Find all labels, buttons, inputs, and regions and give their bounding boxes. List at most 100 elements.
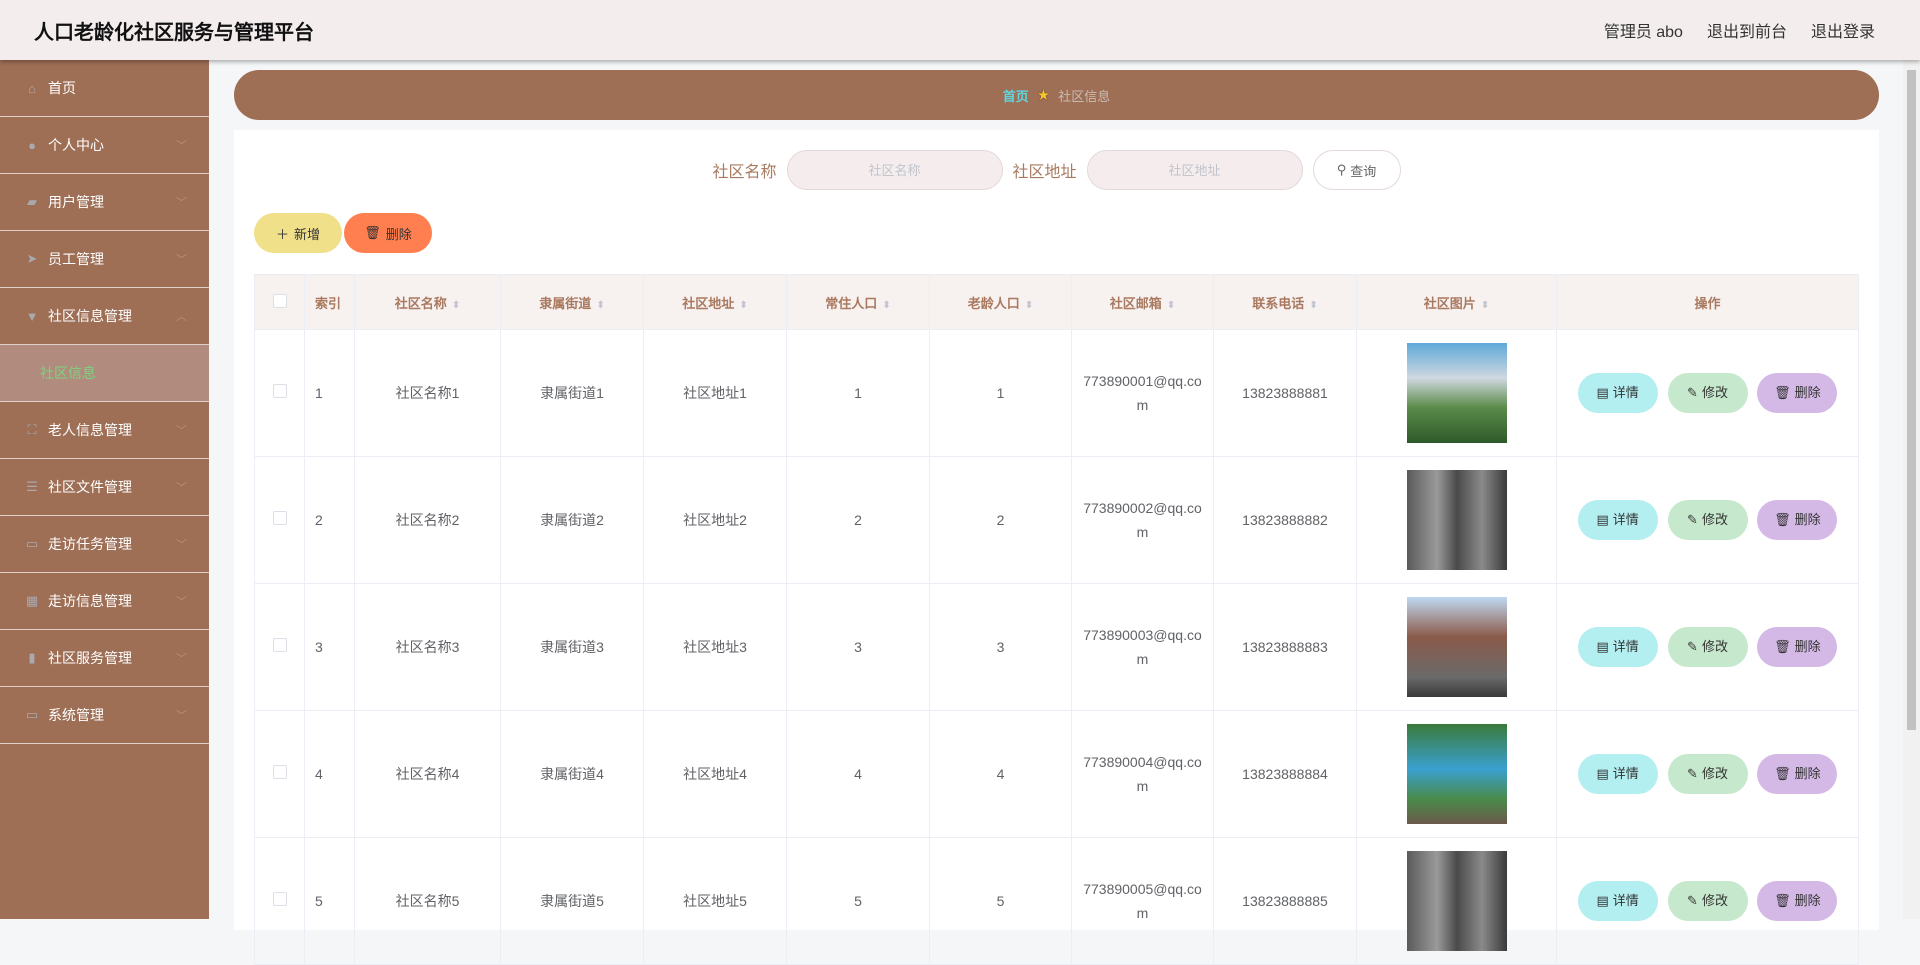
row-checkbox[interactable] bbox=[254, 329, 305, 457]
cell-index: 1 bbox=[304, 329, 355, 457]
edit-button[interactable]: ✎ 修改 bbox=[1667, 373, 1748, 413]
column-header[interactable]: 老龄人口 ⬍ bbox=[929, 274, 1072, 330]
sort-icon[interactable]: ⬍ bbox=[1025, 300, 1033, 311]
community-image[interactable] bbox=[1406, 470, 1507, 570]
chevron-down-icon: ﹀ bbox=[176, 197, 187, 209]
home-icon: ⌂ bbox=[28, 80, 36, 96]
sidebar-item-11[interactable]: ▭ 系统管理 ﹀ bbox=[0, 687, 209, 744]
delete-label: 删除 bbox=[1794, 512, 1821, 527]
cell-image bbox=[1356, 329, 1557, 457]
community-image[interactable] bbox=[1406, 851, 1507, 951]
detail-button[interactable]: ▤ 详情 bbox=[1577, 373, 1658, 413]
breadcrumb-home[interactable]: 首页 bbox=[1003, 86, 1029, 105]
sidebar-item-7[interactable]: ☰ 社区文件管理 ﹀ bbox=[0, 459, 209, 516]
sidebar-item-label: 用户管理 bbox=[48, 194, 104, 210]
sort-icon[interactable]: ⬍ bbox=[739, 300, 747, 311]
chevron-down-icon: ﹀ bbox=[176, 482, 187, 494]
column-header[interactable]: 隶属街道 ⬍ bbox=[500, 274, 644, 330]
address-search-input[interactable] bbox=[1086, 150, 1303, 190]
column-header-label: 隶属街道 bbox=[539, 295, 592, 311]
edit-button[interactable]: ✎ 修改 bbox=[1667, 881, 1748, 921]
edit-button[interactable]: ✎ 修改 bbox=[1667, 754, 1748, 794]
breadcrumb: 首页 ★ 社区信息 bbox=[234, 70, 1879, 120]
sidebar-item-3[interactable]: ➤ 员工管理 ﹀ bbox=[0, 231, 209, 288]
document-icon: ▤ bbox=[1596, 766, 1609, 781]
sidebar-item-1[interactable]: ● 个人中心 ﹀ bbox=[0, 117, 209, 174]
chevron-down-icon: ﹀ bbox=[176, 140, 187, 152]
community-table: 索引 社区名称 ⬍ 隶属街道 ⬍ 社区地址 ⬍ 常住人口 ⬍ 老龄人口 ⬍ 社区邮箱 ⬍ 联系电话 ⬍ 社区图… bbox=[254, 274, 1859, 965]
batch-delete-button[interactable]: 🗑 删除 bbox=[344, 213, 432, 253]
cell-index: 2 bbox=[304, 456, 355, 584]
column-header[interactable]: 联系电话 ⬍ bbox=[1213, 274, 1357, 330]
sort-icon[interactable]: ⬍ bbox=[1481, 300, 1489, 311]
sidebar-item-label: 走访任务管理 bbox=[48, 536, 132, 552]
delete-button[interactable]: 🗑 删除 bbox=[1757, 627, 1838, 667]
add-button[interactable]: ＋ 新增 bbox=[254, 213, 342, 253]
row-checkbox[interactable] bbox=[254, 583, 305, 711]
list-icon: ☰ bbox=[26, 479, 38, 494]
logout-link[interactable]: 退出登录 bbox=[1811, 18, 1875, 42]
delete-label: 删除 bbox=[1794, 893, 1821, 908]
sort-icon[interactable]: ⬍ bbox=[882, 300, 890, 311]
column-header[interactable]: 社区邮箱 ⬍ bbox=[1071, 274, 1214, 330]
cell-email: 773890002@qq.com bbox=[1071, 456, 1214, 584]
cell-actions: ▤ 详情 ✎ 修改 🗑 删除 bbox=[1556, 329, 1859, 457]
cell-email: 773890005@qq.com bbox=[1071, 837, 1214, 965]
trash-icon: 🗑 bbox=[1774, 893, 1791, 908]
edit-icon: ✎ bbox=[1687, 639, 1698, 654]
community-image[interactable] bbox=[1406, 597, 1507, 697]
sort-icon[interactable]: ⬍ bbox=[452, 300, 460, 311]
cell-address: 社区地址5 bbox=[643, 837, 787, 965]
sort-icon[interactable]: ⬍ bbox=[1309, 300, 1317, 311]
sidebar-item-5[interactable]: 社区信息 bbox=[0, 345, 209, 402]
row-checkbox[interactable] bbox=[254, 837, 305, 965]
column-header-label: 索引 bbox=[315, 295, 342, 311]
sort-icon[interactable]: ⬍ bbox=[596, 300, 604, 311]
cell-elderly: 5 bbox=[929, 837, 1072, 965]
column-header-label: 社区邮箱 bbox=[1109, 295, 1162, 311]
community-image[interactable] bbox=[1406, 343, 1507, 443]
delete-button[interactable]: 🗑 删除 bbox=[1757, 500, 1838, 540]
delete-button[interactable]: 🗑 删除 bbox=[1757, 881, 1838, 921]
sidebar-item-label: 系统管理 bbox=[48, 707, 104, 723]
detail-label: 详情 bbox=[1612, 385, 1639, 400]
sidebar-item-2[interactable]: ▰ 用户管理 ﹀ bbox=[0, 174, 209, 231]
edit-button[interactable]: ✎ 修改 bbox=[1667, 627, 1748, 667]
community-image[interactable] bbox=[1406, 724, 1507, 824]
detail-button[interactable]: ▤ 详情 bbox=[1577, 881, 1658, 921]
detail-button[interactable]: ▤ 详情 bbox=[1577, 500, 1658, 540]
sidebar-item-0[interactable]: ⌂ 首页 bbox=[0, 60, 209, 117]
sidebar-item-4[interactable]: ▼ 社区信息管理 ︿ bbox=[0, 288, 209, 345]
row-checkbox[interactable] bbox=[254, 456, 305, 584]
sidebar-item-8[interactable]: ▭ 走访任务管理 ﹀ bbox=[0, 516, 209, 573]
sidebar-item-9[interactable]: ▦ 走访信息管理 ﹀ bbox=[0, 573, 209, 630]
edit-label: 修改 bbox=[1701, 639, 1728, 654]
delete-button[interactable]: 🗑 删除 bbox=[1757, 373, 1838, 413]
query-button[interactable]: ⚲ 查询 bbox=[1312, 150, 1401, 190]
delete-button[interactable]: 🗑 删除 bbox=[1757, 754, 1838, 794]
cell-actions: ▤ 详情 ✎ 修改 🗑 删除 bbox=[1556, 837, 1859, 965]
sidebar-item-label: 走访信息管理 bbox=[48, 593, 132, 609]
scrollbar-thumb[interactable] bbox=[1907, 70, 1916, 730]
detail-button[interactable]: ▤ 详情 bbox=[1577, 627, 1658, 667]
column-header[interactable]: 社区地址 ⬍ bbox=[643, 274, 787, 330]
column-header[interactable]: 常住人口 ⬍ bbox=[786, 274, 930, 330]
detail-button[interactable]: ▤ 详情 bbox=[1577, 754, 1658, 794]
exit-to-front-link[interactable]: 退出到前台 bbox=[1707, 18, 1787, 42]
sidebar-item-10[interactable]: ▮ 社区服务管理 ﹀ bbox=[0, 630, 209, 687]
edit-button[interactable]: ✎ 修改 bbox=[1667, 500, 1748, 540]
page-scrollbar[interactable] bbox=[1903, 60, 1920, 919]
sidebar-item-6[interactable]: ⛶ 老人信息管理 ﹀ bbox=[0, 402, 209, 459]
column-header[interactable]: 社区名称 ⬍ bbox=[354, 274, 501, 330]
name-label: 社区名称 bbox=[712, 164, 777, 181]
column-header[interactable]: 社区图片 ⬍ bbox=[1356, 274, 1557, 330]
edit-icon: ✎ bbox=[1687, 385, 1698, 400]
cell-elderly: 2 bbox=[929, 456, 1072, 584]
edit-icon: ✎ bbox=[1687, 512, 1698, 527]
select-all-checkbox[interactable] bbox=[254, 274, 305, 330]
name-search-input[interactable] bbox=[786, 150, 1003, 190]
row-checkbox[interactable] bbox=[254, 710, 305, 838]
sidebar-item-label: 老人信息管理 bbox=[48, 422, 132, 438]
sort-icon[interactable]: ⬍ bbox=[1167, 300, 1175, 311]
chevron-down-icon: ﹀ bbox=[176, 653, 187, 665]
